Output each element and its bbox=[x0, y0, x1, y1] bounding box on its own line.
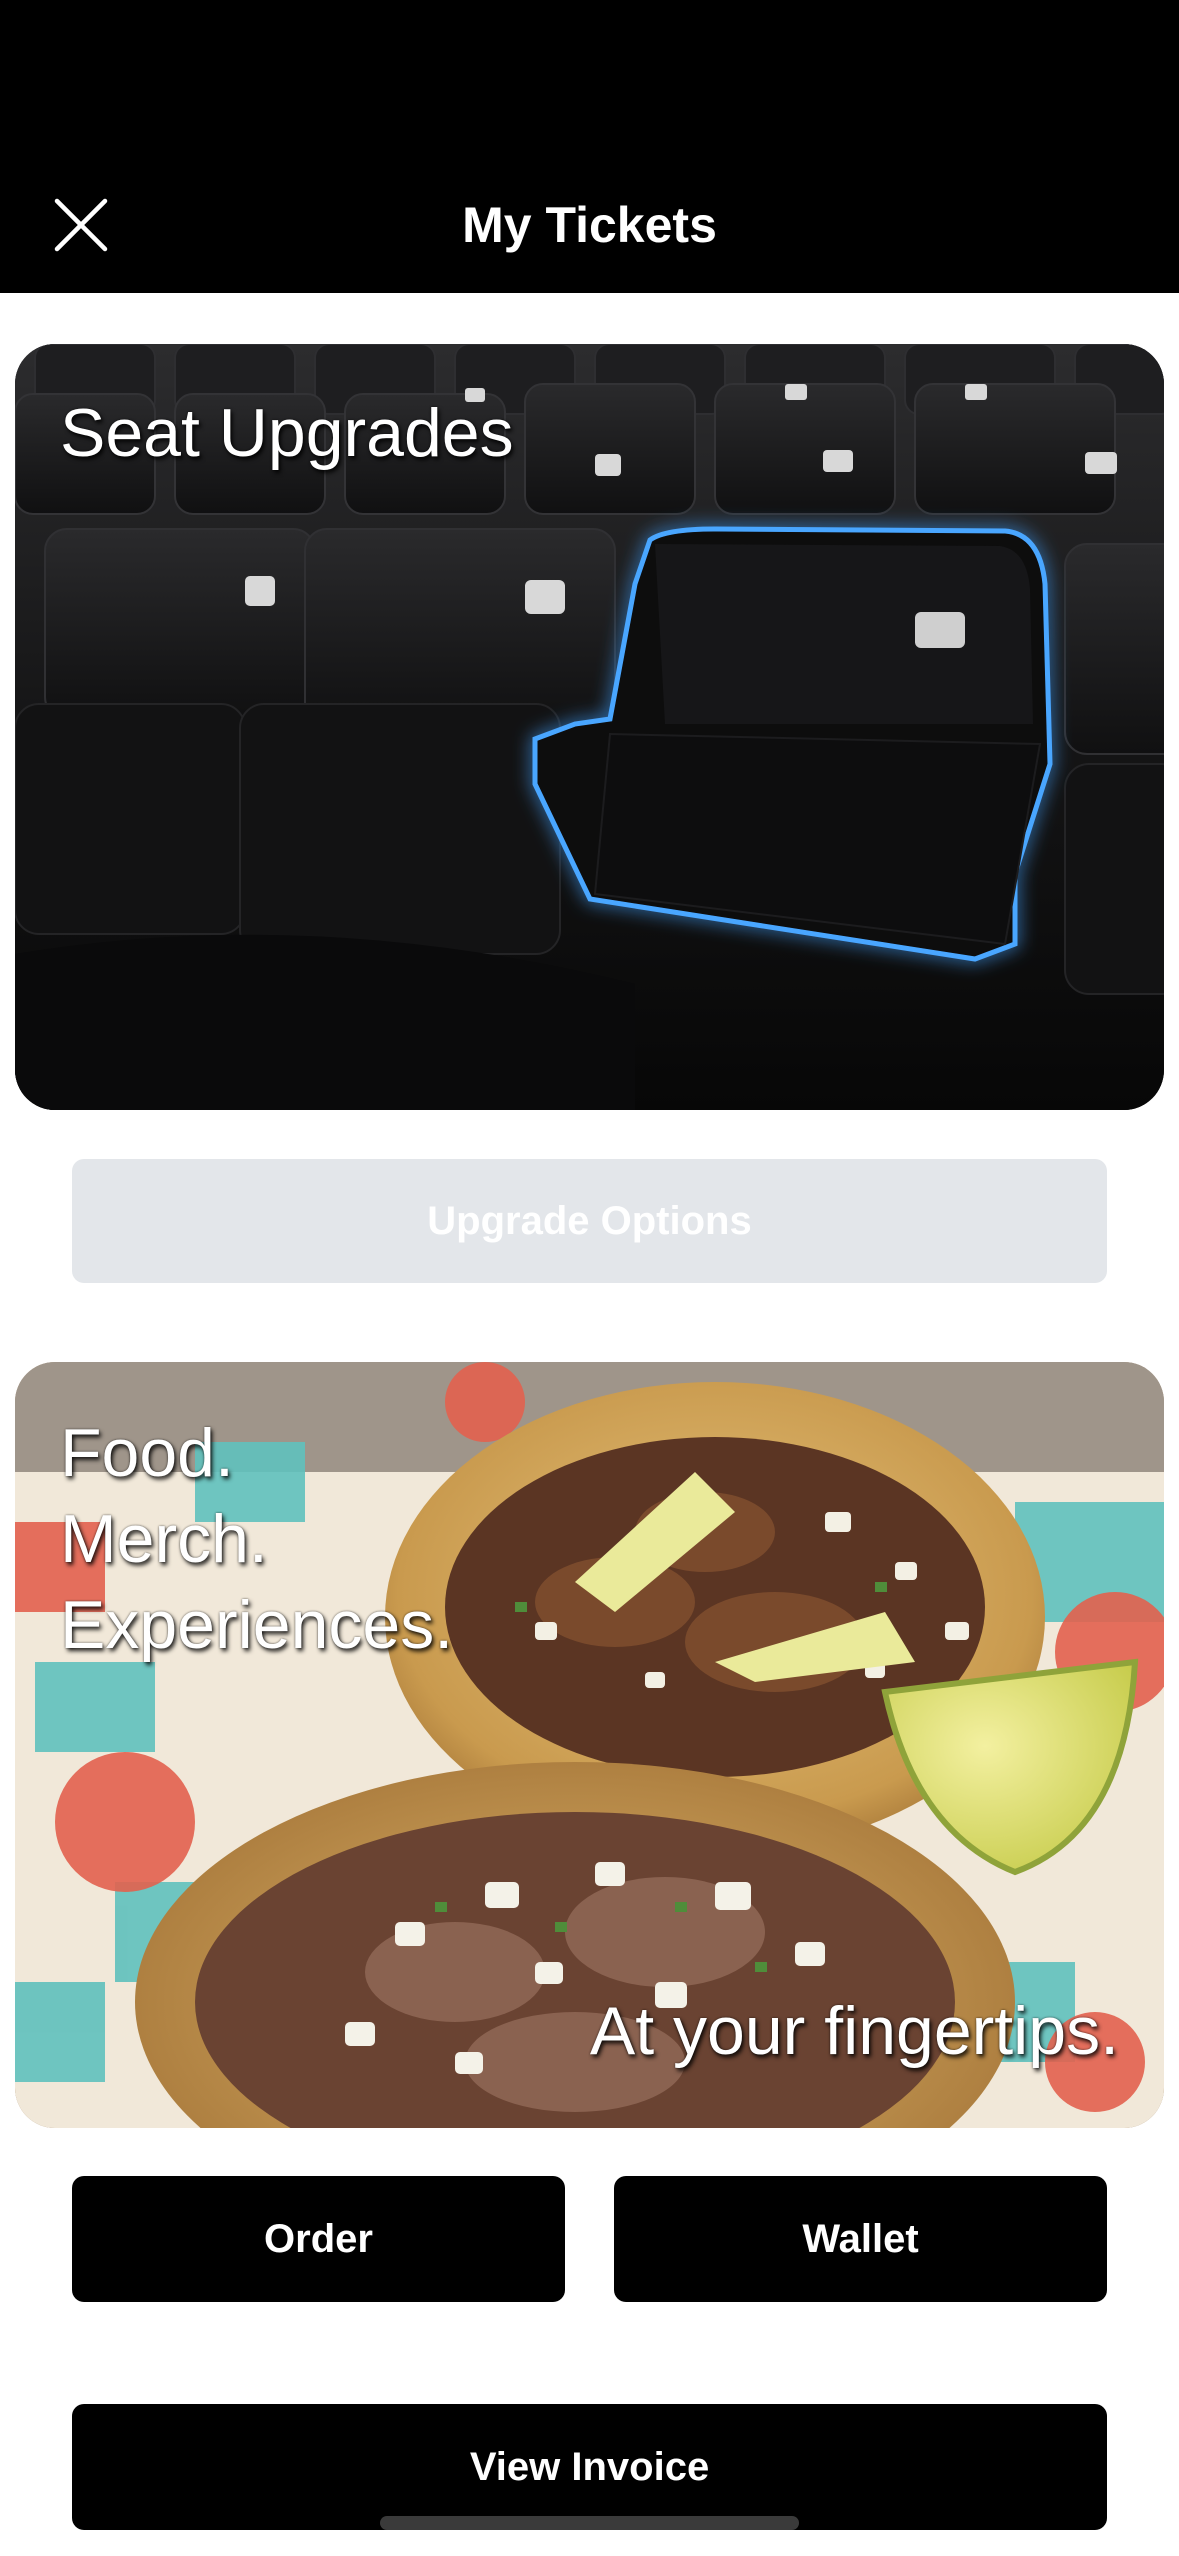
page-title: My Tickets bbox=[462, 197, 717, 253]
merch-line: Merch. bbox=[60, 1501, 268, 1577]
food-line: Food. bbox=[60, 1415, 234, 1491]
experiences-line: Experiences. bbox=[60, 1587, 454, 1663]
order-button[interactable]: Order bbox=[72, 2176, 565, 2302]
view-invoice-button[interactable]: View Invoice bbox=[72, 2404, 1107, 2530]
top-bar: My Tickets bbox=[0, 0, 1179, 293]
seat-upgrades-title: Seat Upgrades bbox=[60, 395, 514, 471]
home-indicator bbox=[380, 2516, 799, 2530]
upgrade-options-button[interactable]: Upgrade Options bbox=[72, 1159, 1107, 1283]
food-merch-card[interactable]: Food. Merch. Experiences. At your finger… bbox=[15, 1362, 1164, 2128]
seat-upgrades-card[interactable]: Seat Upgrades bbox=[15, 344, 1164, 1110]
fingertips-tagline: At your fingertips. bbox=[589, 1993, 1119, 2069]
wallet-button[interactable]: Wallet bbox=[614, 2176, 1107, 2302]
